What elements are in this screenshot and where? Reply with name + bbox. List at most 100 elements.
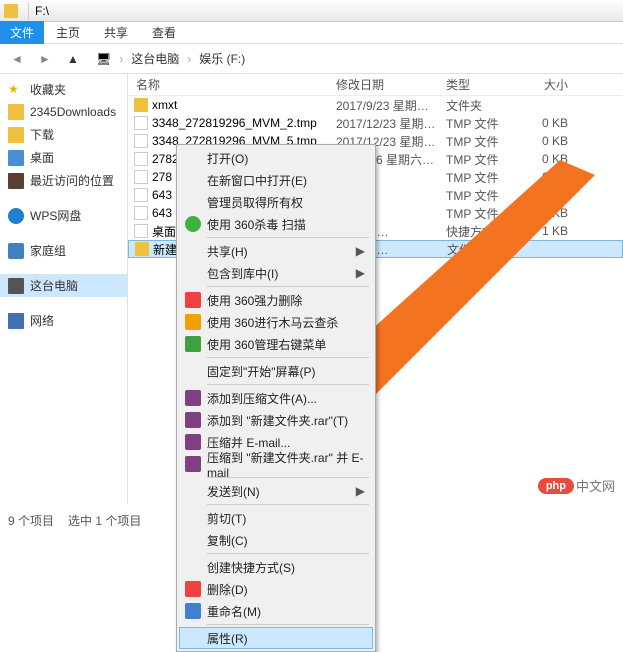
network-icon — [8, 313, 24, 329]
menu-item-icon — [185, 292, 201, 308]
context-menu-item[interactable]: 使用 360进行木马云查杀 — [179, 311, 373, 333]
separator — [28, 3, 29, 19]
context-menu-item[interactable]: 重命名(M) — [179, 600, 373, 622]
menu-separator — [207, 624, 369, 625]
sidebar-label: 这台电脑 — [30, 277, 78, 294]
col-size[interactable]: 大小 — [516, 76, 576, 93]
menu-separator — [207, 286, 369, 287]
sidebar-item-downloads[interactable]: 下载 — [0, 123, 127, 146]
sidebar-network[interactable]: 网络 — [0, 309, 127, 332]
file-name: 643 — [152, 206, 172, 220]
menu-separator — [207, 504, 369, 505]
context-menu-item[interactable]: 添加到压缩文件(A)... — [179, 387, 373, 409]
context-menu-item[interactable]: 使用 360管理右键菜单 — [179, 333, 373, 355]
context-menu-item[interactable]: 属性(R) — [179, 627, 373, 649]
sidebar-homegroup[interactable]: 家庭组 — [0, 239, 127, 262]
sidebar: ★收藏夹 2345Downloads 下载 桌面 最近访问的位置 WPS网盘 家… — [0, 74, 128, 504]
menu-item-icon — [185, 216, 201, 232]
menu-item-label: 使用 360管理右键菜单 — [207, 336, 326, 353]
context-menu-item[interactable]: 固定到"开始"屏幕(P) — [179, 360, 373, 382]
breadcrumb-drive[interactable]: 娱乐 (F:) — [199, 50, 245, 67]
back-button[interactable]: ◄ — [6, 48, 28, 70]
sidebar-label: 网络 — [30, 312, 54, 329]
forward-button[interactable]: ► — [34, 48, 56, 70]
menu-item-label: 使用 360杀毒 扫描 — [207, 216, 306, 233]
context-menu-item[interactable]: 使用 360杀毒 扫描 — [179, 213, 373, 235]
folder-icon — [8, 127, 24, 143]
file-type: TMP 文件 — [446, 133, 516, 150]
chevron-right-icon: ▶ — [356, 484, 365, 498]
menu-view[interactable]: 查看 — [140, 21, 188, 44]
file-icon — [134, 206, 148, 220]
menu-item-label: 管理员取得所有权 — [207, 194, 303, 211]
status-selected: 选中 1 个项目 — [68, 512, 141, 529]
col-date[interactable]: 修改日期 — [336, 76, 446, 93]
window-title: F:\ — [35, 4, 49, 18]
menu-file[interactable]: 文件 — [0, 21, 44, 44]
sidebar-favorites[interactable]: ★收藏夹 — [0, 78, 127, 101]
file-name: 643 — [152, 188, 172, 202]
menu-item-label: 发送到(N) — [207, 483, 260, 500]
column-headers: 名称 修改日期 类型 大小 — [128, 74, 623, 96]
file-size: 1 KB — [516, 224, 576, 238]
sidebar-item-recent[interactable]: 最近访问的位置 — [0, 169, 127, 192]
menu-separator — [207, 357, 369, 358]
context-menu-item[interactable]: 删除(D) — [179, 578, 373, 600]
file-size: 0 KB — [516, 188, 576, 202]
sidebar-wps[interactable]: WPS网盘 — [0, 204, 127, 227]
breadcrumb-pc[interactable]: 这台电脑 — [131, 50, 179, 67]
address-toolbar: ◄ ► ▲ 🖥 › 这台电脑 › 娱乐 (F:) — [0, 44, 623, 74]
menu-separator — [207, 553, 369, 554]
menu-item-label: 删除(D) — [207, 581, 248, 598]
context-menu-item[interactable]: 包含到库中(I)▶ — [179, 262, 373, 284]
file-size: 0 KB — [516, 152, 576, 166]
menubar: 文件 主页 共享 查看 — [0, 22, 623, 44]
menu-item-label: 重命名(M) — [207, 603, 261, 620]
file-type: 文件夹 — [447, 241, 517, 258]
context-menu-item[interactable]: 创建快捷方式(S) — [179, 556, 373, 578]
menu-item-label: 添加到压缩文件(A)... — [207, 390, 317, 407]
watermark-text: 中文网 — [576, 476, 615, 495]
sidebar-pc[interactable]: 这台电脑 — [0, 274, 127, 297]
sidebar-label: 桌面 — [30, 149, 54, 166]
star-icon: ★ — [8, 82, 24, 98]
menu-item-icon — [185, 390, 201, 406]
file-icon — [134, 170, 148, 184]
context-menu-item[interactable]: 剪切(T) — [179, 507, 373, 529]
menu-item-label: 添加到 "新建文件夹.rar"(T) — [207, 412, 348, 429]
context-menu-item[interactable]: 管理员取得所有权 — [179, 191, 373, 213]
context-menu-item[interactable]: 在新窗口中打开(E) — [179, 169, 373, 191]
desktop-icon — [8, 150, 24, 166]
sidebar-item-desktop[interactable]: 桌面 — [0, 146, 127, 169]
chevron-right-icon: ▶ — [356, 244, 365, 258]
file-type: 文件夹 — [446, 97, 516, 114]
file-type: 快捷方式 — [446, 223, 516, 240]
table-row[interactable]: xmxt2017/9/23 星期…文件夹 — [128, 96, 623, 114]
pc-icon: 🖥 — [96, 52, 111, 66]
sidebar-item-downloads2345[interactable]: 2345Downloads — [0, 101, 127, 123]
sidebar-label: WPS网盘 — [30, 207, 81, 224]
status-items: 9 个项目 — [8, 512, 54, 529]
up-button[interactable]: ▲ — [62, 48, 84, 70]
context-menu-item[interactable]: 使用 360强力删除 — [179, 289, 373, 311]
context-menu-item[interactable]: 打开(O) — [179, 147, 373, 169]
context-menu-item[interactable]: 添加到 "新建文件夹.rar"(T) — [179, 409, 373, 431]
menu-item-label: 共享(H) — [207, 243, 248, 260]
menu-share[interactable]: 共享 — [92, 21, 140, 44]
table-row[interactable]: 3348_272819296_MVM_2.tmp2017/12/23 星期…TM… — [128, 114, 623, 132]
menu-item-label: 剪切(T) — [207, 510, 246, 527]
context-menu-item[interactable]: 发送到(N) ▶ — [179, 480, 373, 502]
col-type[interactable]: 类型 — [446, 76, 516, 93]
menu-home[interactable]: 主页 — [44, 21, 92, 44]
folder-icon — [134, 98, 148, 112]
folder-icon — [135, 242, 149, 256]
context-menu-item[interactable]: 复制(C) — [179, 529, 373, 551]
folder-icon — [8, 104, 24, 120]
col-name[interactable]: 名称 — [128, 76, 336, 93]
chevron-right-icon: ▶ — [356, 266, 365, 280]
context-menu-item[interactable]: 压缩到 "新建文件夹.rar" 并 E-mail — [179, 453, 373, 475]
context-menu-item[interactable]: 共享(H) ▶ — [179, 240, 373, 262]
file-size: 0 KB — [516, 134, 576, 148]
menu-item-icon — [185, 434, 201, 450]
menu-item-label: 属性(R) — [207, 630, 248, 647]
